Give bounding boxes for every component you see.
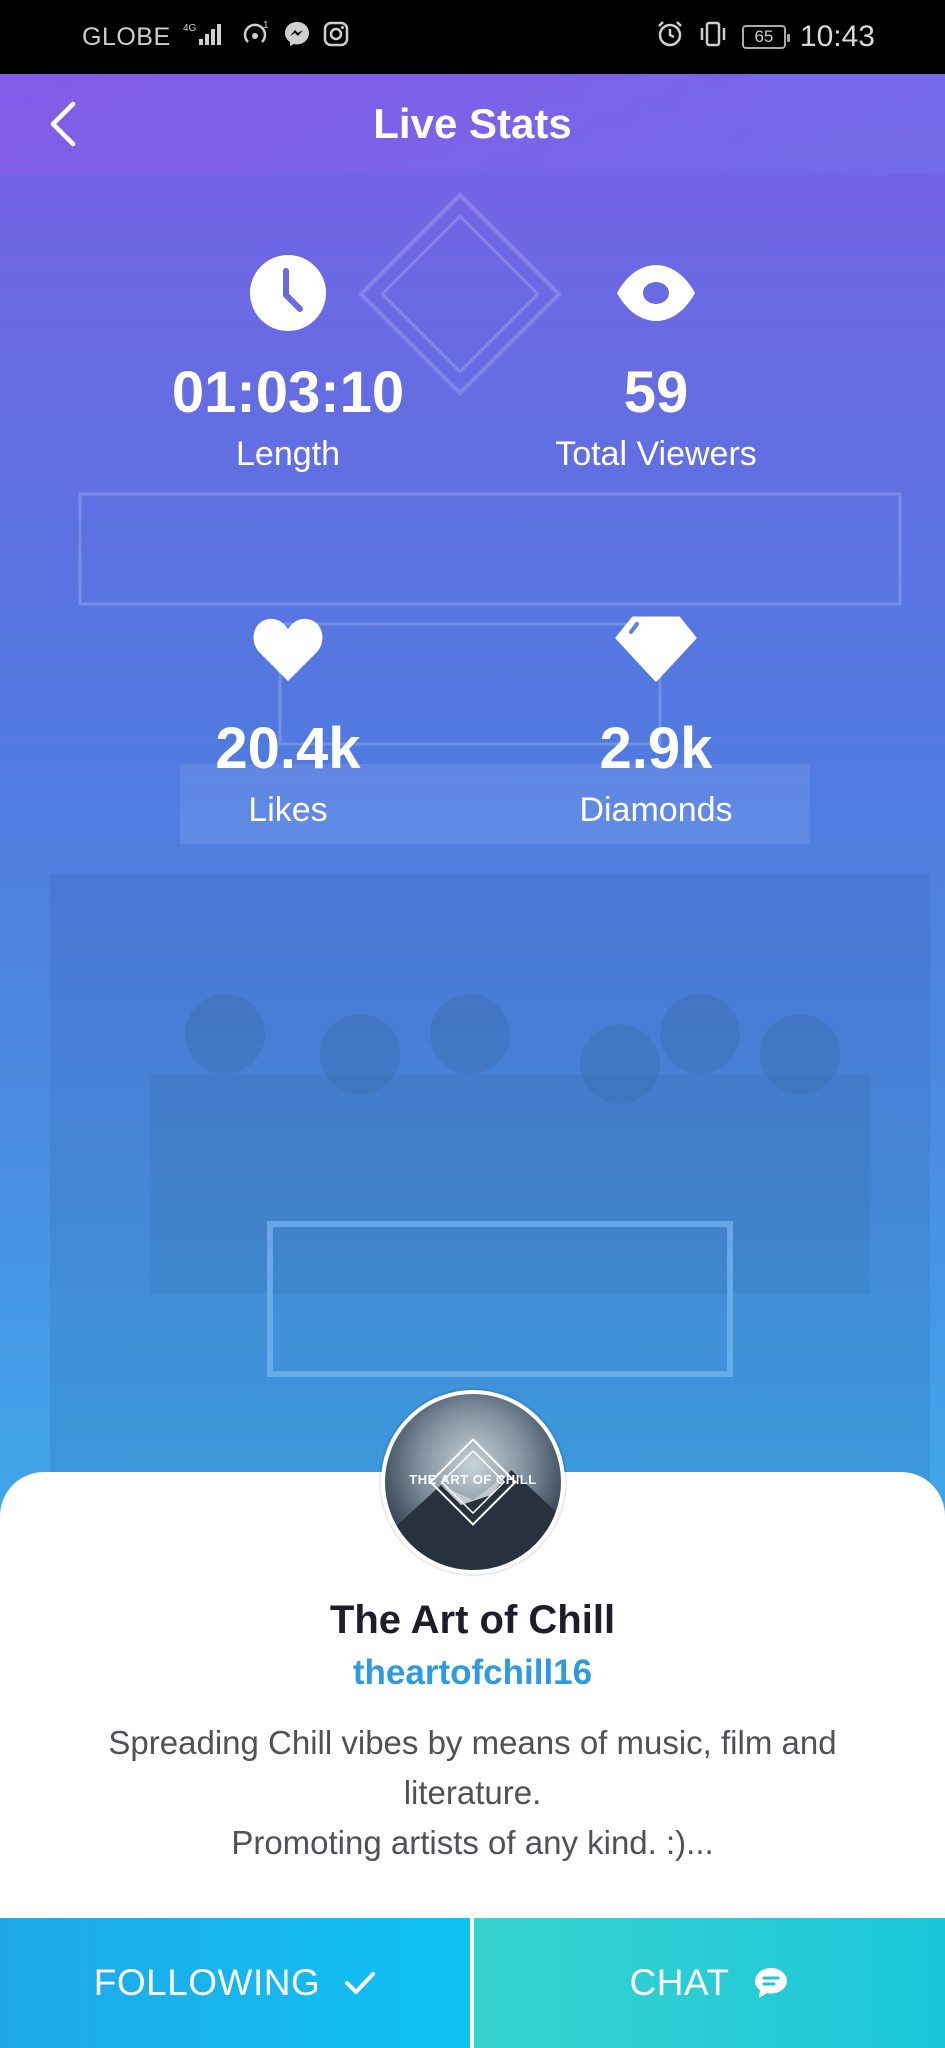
action-bar: FOLLOWING CHAT	[0, 1918, 945, 2048]
stat-total-viewers: 59 Total Viewers	[476, 248, 836, 474]
svg-text:4G: 4G	[183, 23, 197, 34]
total-viewers-label: Total Viewers	[555, 435, 757, 473]
chat-button[interactable]: CHAT	[470, 1918, 945, 2048]
profile-name: The Art of Chill	[329, 1598, 616, 1642]
likes-label: Likes	[248, 791, 328, 829]
vibrate-icon	[698, 20, 728, 55]
messenger-icon	[283, 20, 311, 55]
back-button[interactable]	[38, 98, 88, 150]
stat-length: 01:03:10 Length	[108, 248, 468, 474]
diamonds-value: 2.9k	[599, 716, 713, 781]
alarm-icon	[656, 20, 684, 55]
avatar-logo-text: THE ART OF CHILL	[409, 1472, 537, 1487]
profile-handle[interactable]: theartofchill16	[0, 1653, 945, 1693]
length-label: Length	[236, 435, 340, 473]
diamond-icon	[476, 604, 836, 694]
hotspot-icon: 1	[241, 20, 271, 55]
status-bar: GLOBE 4G 1 65 10:43	[0, 0, 945, 74]
following-label: FOLLOWING	[93, 1962, 321, 2003]
clock-time: 10:43	[799, 20, 875, 53]
heart-icon	[108, 604, 468, 694]
page-title: Live Stats	[373, 100, 572, 147]
likes-value: 20.4k	[215, 716, 361, 781]
chat-bubble-icon	[755, 1968, 788, 1998]
battery-indicator: 65	[741, 25, 790, 49]
top-app-bar: Live Stats	[0, 74, 945, 174]
profile-bio: Spreading Chill vibes by means of music,…	[50, 1718, 895, 1868]
instagram-icon	[323, 21, 349, 54]
checkmark-icon	[345, 1972, 376, 1994]
bio-line-1: Spreading Chill vibes by means of music,…	[108, 1724, 837, 1811]
signal-icon: 4G	[183, 21, 229, 54]
chevron-left-icon	[50, 101, 76, 147]
eye-icon	[476, 248, 836, 338]
bio-line-2: Promoting artists of any kind. :)...	[231, 1824, 714, 1861]
length-value: 01:03:10	[171, 360, 405, 425]
total-viewers-value: 59	[623, 360, 689, 425]
stat-likes: 20.4k Likes	[108, 604, 468, 830]
diamonds-label: Diamonds	[579, 791, 733, 829]
clock-icon	[108, 248, 468, 338]
carrier-label: GLOBE	[82, 22, 171, 51]
chat-label: CHAT	[629, 1962, 730, 2003]
stat-diamonds: 2.9k Diamonds	[476, 604, 836, 830]
svg-text:1: 1	[263, 20, 269, 31]
following-button[interactable]: FOLLOWING	[0, 1918, 470, 2048]
avatar[interactable]: THE ART OF CHILL	[381, 1390, 565, 1574]
